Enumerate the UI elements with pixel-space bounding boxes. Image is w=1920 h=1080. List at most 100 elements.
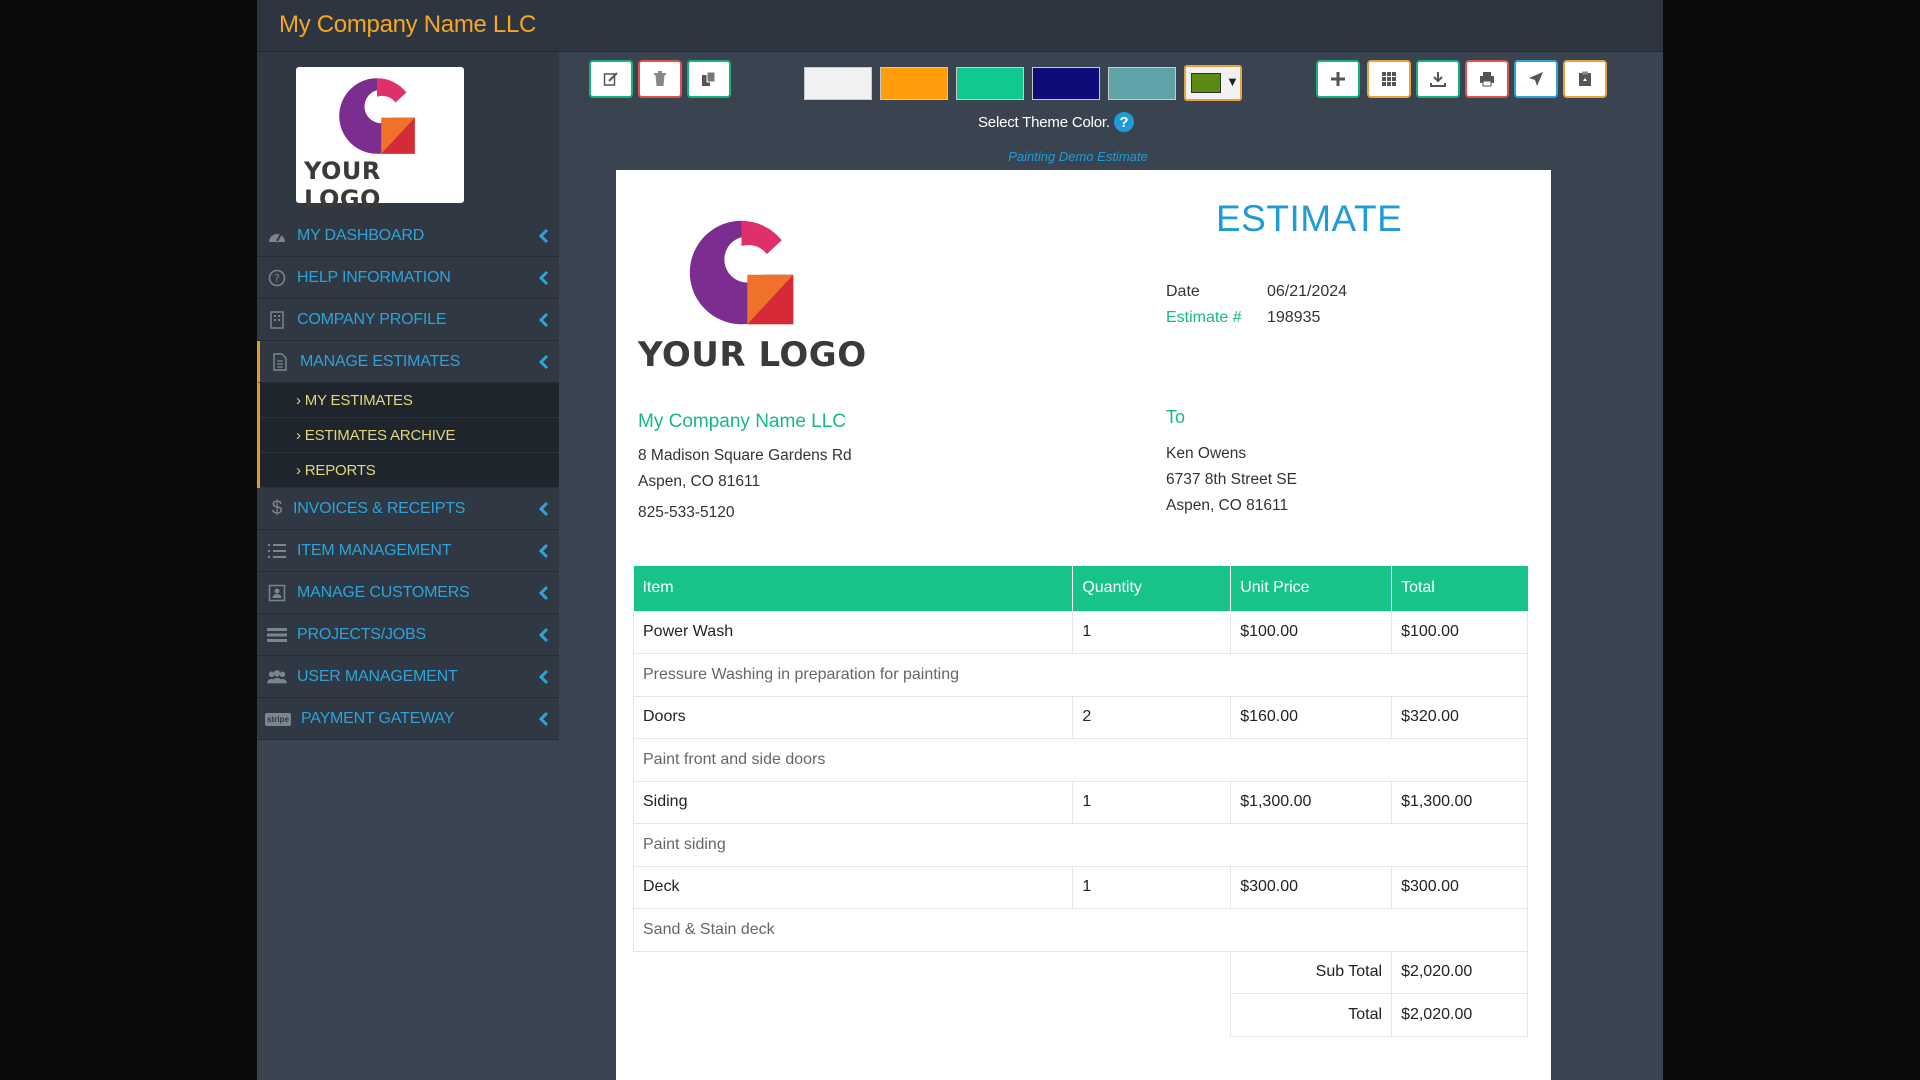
clipboard-button[interactable] <box>1563 60 1607 98</box>
document-icon <box>270 353 290 371</box>
estimate-name-link[interactable]: Painting Demo Estimate <box>971 149 1185 164</box>
copy-icon <box>702 71 716 86</box>
table-row: Deck 1 $300.00 $300.00 <box>632 865 1528 909</box>
item-total: $100.00 <box>1391 610 1528 654</box>
download-button[interactable] <box>1416 60 1460 98</box>
chevron-left-icon <box>538 543 549 559</box>
caret-down-icon: ▼ <box>1226 74 1239 89</box>
sidebar-item-dashboard[interactable]: MY DASHBOARD <box>257 215 559 257</box>
from-address-line1: 8 Madison Square Gardens Rd <box>638 447 852 464</box>
sidebar-item-label: ITEM MANAGEMENT <box>297 542 452 559</box>
dollar-icon: $ <box>271 498 283 519</box>
subtotal-value: $2,020.00 <box>1391 950 1528 994</box>
submenu-item-label: › REPORTS <box>296 462 376 479</box>
item-quantity: 1 <box>1072 865 1232 909</box>
sidebar-item-company-profile[interactable]: COMPANY PROFILE <box>257 299 559 341</box>
company-logo-icon <box>689 220 794 325</box>
theme-swatch-white[interactable] <box>804 67 872 100</box>
copy-button[interactable] <box>687 60 731 98</box>
print-button[interactable] <box>1465 60 1509 98</box>
table-row-description: Paint siding <box>633 823 1528 867</box>
add-button[interactable] <box>1316 60 1360 98</box>
item-quantity: 1 <box>1072 610 1232 654</box>
item-total: $320.00 <box>1391 695 1528 739</box>
to-address-line1: 6737 8th Street SE <box>1166 471 1297 488</box>
subtotal-row: Sub Total $2,020.00 <box>634 950 1528 994</box>
print-icon <box>1480 72 1494 87</box>
help-circle-icon: ? <box>267 269 287 287</box>
sidebar: YOUR LOGO MY DASHBOARD ? HELP INFORMATIO… <box>257 52 559 740</box>
submenu-item-my-estimates[interactable]: › MY ESTIMATES <box>260 383 559 418</box>
chevron-left-icon <box>538 585 549 601</box>
to-label: To <box>1166 407 1186 427</box>
clipboard-icon <box>1579 71 1591 86</box>
theme-swatch-orange[interactable] <box>880 67 948 100</box>
submenu-item-reports[interactable]: › REPORTS <box>260 453 559 488</box>
custom-color-picker[interactable]: ▼ <box>1184 65 1242 101</box>
building-icon <box>267 311 287 329</box>
table-row: Doors 2 $160.00 $320.00 <box>632 695 1528 739</box>
grid-button[interactable] <box>1367 60 1411 98</box>
theme-swatch-green[interactable] <box>956 67 1024 100</box>
sidebar-nav: MY DASHBOARD ? HELP INFORMATION COMPANY … <box>257 215 559 740</box>
chevron-left-icon <box>538 312 549 328</box>
sidebar-item-item-management[interactable]: ITEM MANAGEMENT <box>257 530 559 572</box>
sidebar-item-projects[interactable]: PROJECTS/JOBS <box>257 614 559 656</box>
item-description: Paint front and side doors <box>633 738 1528 782</box>
custom-color-preview <box>1191 73 1221 93</box>
item-description: Sand & Stain deck <box>633 908 1528 952</box>
item-name: Deck <box>632 865 1074 909</box>
to-address-line2: Aspen, CO 81611 <box>1166 497 1289 514</box>
date-value: 06/21/2024 <box>1267 283 1348 300</box>
trash-icon <box>654 71 666 86</box>
contact-card-icon <box>267 584 287 602</box>
from-address-line2: Aspen, CO 81611 <box>638 473 761 490</box>
sidebar-item-label: HELP INFORMATION <box>297 269 451 286</box>
send-icon <box>1529 72 1543 86</box>
line-items-table: Item Quantity Unit Price Total Power Was… <box>632 566 1528 1037</box>
column-header: Total <box>1391 566 1528 611</box>
chevron-left-icon <box>538 711 549 727</box>
theme-color-label: Select Theme Color. <box>978 114 1110 131</box>
item-unit-price: $1,300.00 <box>1230 780 1393 824</box>
svg-text:?: ? <box>274 272 280 285</box>
sidebar-item-label: USER MANAGEMENT <box>297 668 458 685</box>
item-quantity: 1 <box>1072 780 1232 824</box>
item-description: Pressure Washing in preparation for pain… <box>633 653 1528 697</box>
item-name: Siding <box>632 780 1074 824</box>
estimate-document: YOUR LOGO ESTIMATE Date 06/21/2024 Estim… <box>616 170 1551 1080</box>
sidebar-item-label: MANAGE CUSTOMERS <box>297 584 470 601</box>
send-button[interactable] <box>1514 60 1558 98</box>
sidebar-item-help[interactable]: ? HELP INFORMATION <box>257 257 559 299</box>
theme-swatch-navy[interactable] <box>1032 67 1100 100</box>
table-row: Siding 1 $1,300.00 $1,300.00 <box>632 780 1528 824</box>
table-row-description: Pressure Washing in preparation for pain… <box>633 653 1528 697</box>
item-unit-price: $100.00 <box>1230 610 1393 654</box>
edit-button[interactable] <box>589 60 633 98</box>
column-header: Unit Price <box>1230 566 1393 611</box>
submenu-item-label: › ESTIMATES ARCHIVE <box>296 427 456 444</box>
document-title: ESTIMATE <box>1216 198 1403 239</box>
sidebar-item-manage-customers[interactable]: MANAGE CUSTOMERS <box>257 572 559 614</box>
edit-icon <box>603 72 618 86</box>
chevron-left-icon <box>538 270 549 286</box>
sidebar-item-payment-gateway[interactable]: stripe PAYMENT GATEWAY <box>257 698 559 740</box>
submenu-item-estimates-archive[interactable]: › ESTIMATES ARCHIVE <box>260 418 559 453</box>
theme-swatch-teal[interactable] <box>1108 67 1176 100</box>
sidebar-item-user-management[interactable]: USER MANAGEMENT <box>257 656 559 698</box>
sidebar-logo[interactable]: YOUR LOGO <box>296 67 464 213</box>
estimates-submenu: › MY ESTIMATES › ESTIMATES ARCHIVE › REP… <box>257 383 559 488</box>
chevron-left-icon <box>538 228 549 244</box>
subtotal-label: Sub Total <box>1230 950 1393 994</box>
item-quantity: 2 <box>1072 695 1232 739</box>
item-total: $300.00 <box>1391 865 1528 909</box>
total-value: $2,020.00 <box>1391 993 1528 1037</box>
column-header: Item <box>633 566 1074 611</box>
delete-button[interactable] <box>638 60 682 98</box>
item-unit-price: $160.00 <box>1230 695 1393 739</box>
estimate-number-label: Estimate # <box>1166 309 1242 326</box>
sidebar-item-manage-estimates[interactable]: MANAGE ESTIMATES <box>257 341 559 383</box>
sidebar-item-invoices[interactable]: $ INVOICES & RECEIPTS <box>257 488 559 530</box>
help-icon[interactable]: ? <box>1114 112 1134 132</box>
table-row-description: Paint front and side doors <box>633 738 1528 782</box>
